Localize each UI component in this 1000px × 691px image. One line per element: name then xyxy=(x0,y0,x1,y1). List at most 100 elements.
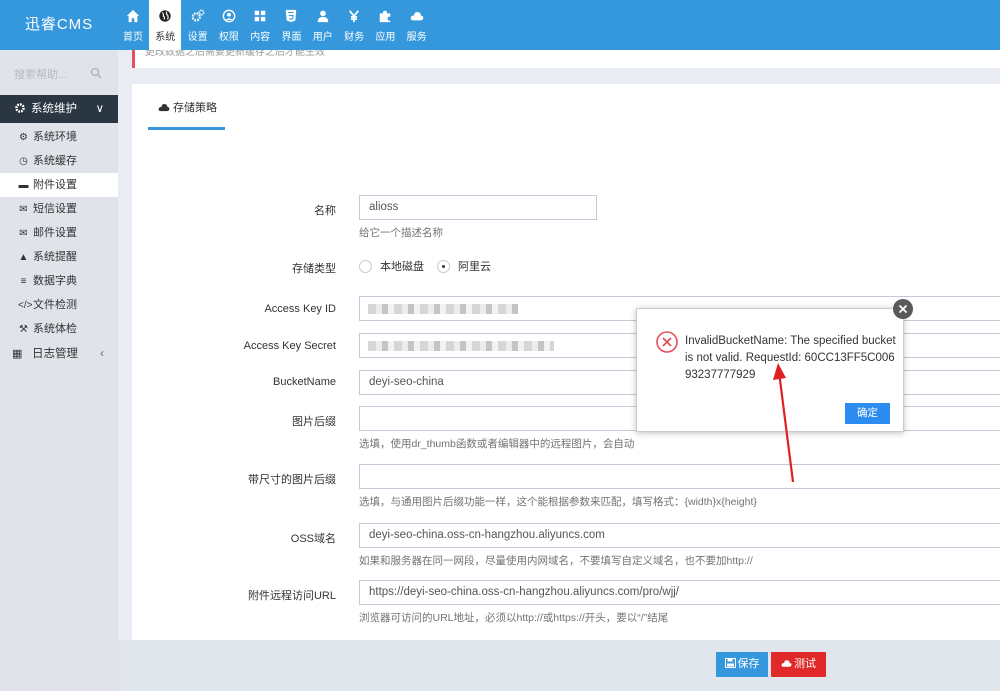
sidebar-item-label: 系统缓存 xyxy=(33,155,77,167)
sidebar-item-label: 系统环境 xyxy=(33,131,77,143)
save-icon xyxy=(724,658,736,668)
sized-image-suffix-input[interactable] xyxy=(359,464,1000,489)
sidebar-item-email-settings[interactable]: ✉ 邮件设置 xyxy=(0,221,118,245)
bell-icon: ▲ xyxy=(18,252,29,263)
user-shield-icon xyxy=(221,9,237,25)
wrench-icon: ⚒ xyxy=(19,324,28,335)
sidebar-item-file-check[interactable]: </>文件检测 xyxy=(0,293,118,317)
radio-label: 阿里云 xyxy=(458,261,491,273)
save-button[interactable]: 保存 xyxy=(716,652,768,677)
puzzle-icon xyxy=(377,9,393,25)
home-icon xyxy=(125,9,141,25)
sidebar-item-label: 系统提醒 xyxy=(33,251,77,263)
sidebar-item-label: 附件设置 xyxy=(33,179,77,191)
sidebar-item-label: 邮件设置 xyxy=(33,227,77,239)
oss-domain-label: OSS域名 xyxy=(290,533,336,545)
cogs-icon xyxy=(190,9,206,25)
nav-finance[interactable]: 财务 xyxy=(339,0,369,50)
calendar-icon: ▦ xyxy=(12,348,23,360)
envelope-icon: ✉ xyxy=(19,204,28,215)
remote-url-help: 浏览器可访问的URL地址，必须以http://或https://开头，要以“/”… xyxy=(359,612,669,624)
test-button[interactable]: 测试 xyxy=(771,652,826,677)
sidebar-item-system-reminder[interactable]: ▲ 系统提醒 xyxy=(0,245,118,269)
remote-url-input[interactable]: https://deyi-seo-china.oss-cn-hangzhou.a… xyxy=(359,580,1000,605)
nav-user[interactable]: 用户 xyxy=(308,0,338,50)
top-header: 迅睿CMS 首页 系统 设置 权限 内容 界面 用户 财务 应用 服务 xyxy=(0,0,1000,50)
chevron-down-icon: ∨ xyxy=(95,103,104,115)
sidebar-item-system-env[interactable]: ⚙ 系统环境 xyxy=(0,125,118,149)
ok-button[interactable]: 确定 xyxy=(845,403,890,424)
nav-interface[interactable]: 界面 xyxy=(276,0,306,50)
nav-label: 首页 xyxy=(123,32,143,43)
radio-local-disk[interactable]: 本地磁盘 xyxy=(359,258,424,274)
nav-apps[interactable]: 应用 xyxy=(370,0,400,50)
sidebar-item-label: 短信设置 xyxy=(33,203,77,215)
nav-service[interactable]: 服务 xyxy=(402,0,432,50)
nav-label: 应用 xyxy=(375,32,396,43)
clock-icon: ◷ xyxy=(19,156,28,167)
html5-icon xyxy=(283,9,299,25)
sidebar-group-system-maintenance[interactable]: 系统维护 ∨ xyxy=(0,95,118,123)
cog-icon xyxy=(15,103,25,113)
dialog-close-button[interactable] xyxy=(893,299,913,319)
sidebar-item-system-cache[interactable]: ◷ 系统缓存 xyxy=(0,149,118,173)
radio-circle xyxy=(359,260,372,273)
cloud-icon xyxy=(158,103,170,112)
tab-label: 存储策略 xyxy=(173,102,217,114)
radio-label: 本地磁盘 xyxy=(380,261,424,273)
name-label: 名称 xyxy=(314,205,336,217)
nav-label: 系统 xyxy=(155,32,176,43)
nav-settings[interactable]: 设置 xyxy=(183,0,213,50)
user-icon xyxy=(315,9,331,25)
sidebar-item-sms-settings[interactable]: ✉ 短信设置 xyxy=(0,197,118,221)
nav-label: 权限 xyxy=(218,32,239,43)
nav-home[interactable]: 首页 xyxy=(118,0,148,50)
close-icon xyxy=(898,304,908,314)
sidebar-group-log-management[interactable]: ▦ 日志管理 ‹ xyxy=(0,341,118,367)
sidebar-group-label: 系统维护 xyxy=(31,103,77,115)
yen-icon xyxy=(346,9,362,25)
grid-icon xyxy=(252,9,268,25)
sidebar-item-label: 系统体检 xyxy=(33,323,77,335)
nav-content[interactable]: 内容 xyxy=(245,0,275,50)
search-placeholder: 搜索帮助... xyxy=(14,69,68,81)
sidebar-group-label: 日志管理 xyxy=(32,348,78,360)
search-icon[interactable] xyxy=(90,67,102,79)
radio-aliyun[interactable]: 阿里云 xyxy=(437,258,491,274)
image-suffix-label: 图片后缀 xyxy=(292,416,336,428)
storage-type-label: 存储类型 xyxy=(292,263,336,275)
notice-alert: 更改数据之后需要更新缓存之后才能生效 xyxy=(132,50,1000,68)
remote-url-label: 附件远程访问URL xyxy=(247,590,336,602)
error-message: InvalidBucketName: The specified bucket … xyxy=(685,335,896,381)
nav-label: 内容 xyxy=(250,32,271,43)
redacted-value xyxy=(368,304,518,314)
redacted-value xyxy=(368,341,554,351)
error-dialog: InvalidBucketName: The specified bucket … xyxy=(636,308,904,432)
error-icon xyxy=(656,331,678,353)
access-key-id-label: Access Key ID xyxy=(264,303,336,315)
app-logo[interactable]: 迅睿CMS xyxy=(0,0,118,50)
oss-domain-input[interactable]: deyi-seo-china.oss-cn-hangzhou.aliyuncs.… xyxy=(359,523,1000,548)
sidebar-item-attachment-settings[interactable]: ▬ 附件设置 xyxy=(0,173,118,197)
nav-system[interactable]: 系统 xyxy=(149,0,182,50)
nav-permission[interactable]: 权限 xyxy=(214,0,244,50)
sidebar-item-label: 文件检测 xyxy=(33,299,77,311)
nav-label: 用户 xyxy=(312,32,333,43)
nav-label: 服务 xyxy=(406,32,427,43)
test-label: 测试 xyxy=(794,658,816,670)
nav-label: 界面 xyxy=(281,32,302,43)
bucket-name-label: BucketName xyxy=(273,376,336,388)
cloud-icon xyxy=(781,660,792,667)
notice-text: 更改数据之后需要更新缓存之后才能生效 xyxy=(145,50,325,58)
tab-storage-policy[interactable]: 存储策略 xyxy=(148,84,225,130)
name-input[interactable]: alioss xyxy=(359,195,597,220)
image-suffix-help: 选填，使用dr_thumb函数或者编辑器中的远程图片，会自动 xyxy=(359,438,635,450)
envelope-open-icon: ✉ xyxy=(19,228,28,239)
search-input[interactable]: 搜索帮助... xyxy=(8,62,108,84)
access-key-secret-label: Access Key Secret xyxy=(243,340,336,352)
code-icon: </> xyxy=(18,300,33,311)
sidebar-item-data-dictionary[interactable]: ≡ 数据字典 xyxy=(0,269,118,293)
sidebar-item-system-checkup[interactable]: ⚒ 系统体检 xyxy=(0,317,118,341)
nav-label: 财务 xyxy=(344,32,365,43)
sized-image-suffix-label: 带尺寸的图片后缀 xyxy=(248,474,336,486)
